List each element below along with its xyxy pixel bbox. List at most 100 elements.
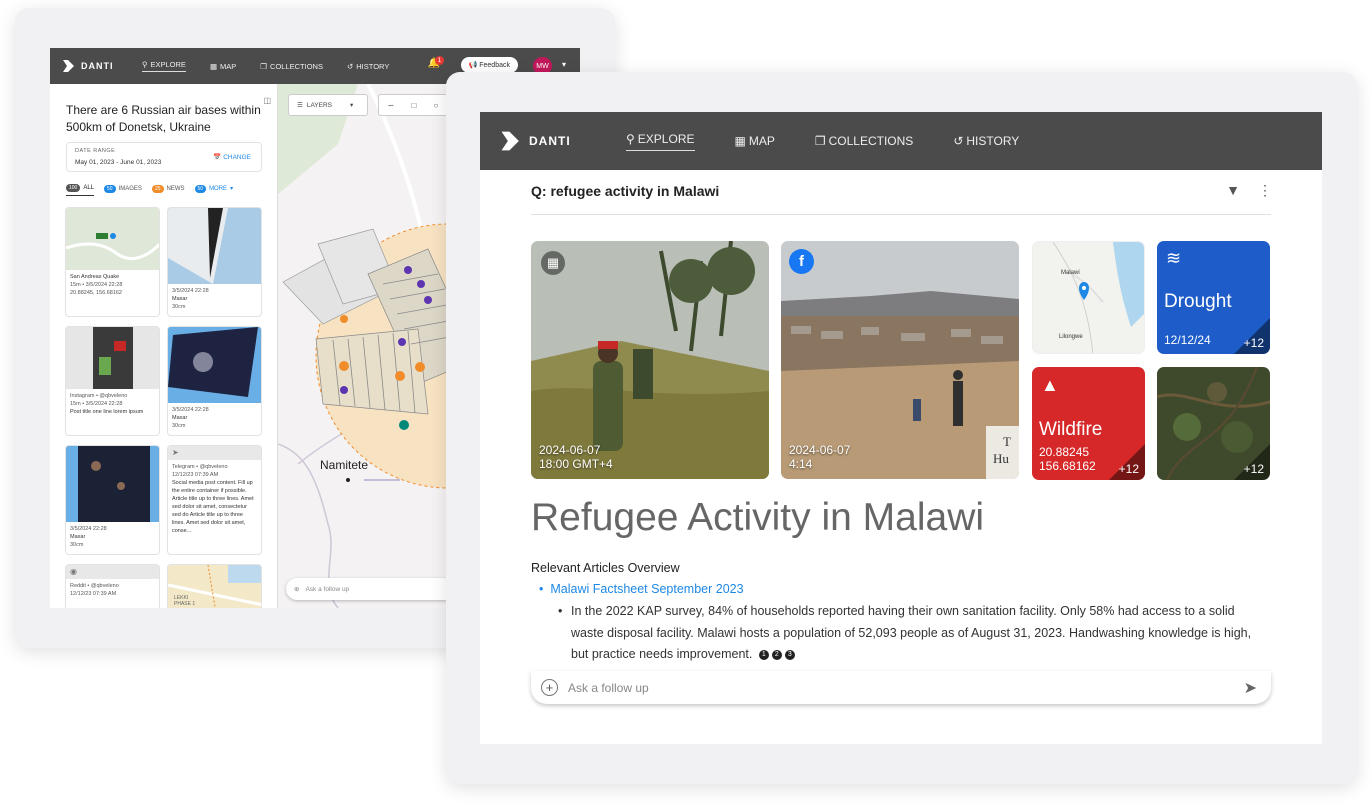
front-app-name: DANTI	[529, 134, 571, 148]
article-link[interactable]: Malawi Factsheet September 2023	[539, 582, 743, 596]
satellite-thumbnail	[168, 208, 261, 284]
back-nav-map[interactable]: ▦ MAP	[210, 62, 236, 71]
more-vert-icon[interactable]: ⋮	[1258, 182, 1272, 199]
card-line: 30cm	[172, 304, 186, 310]
feedback-button[interactable]: 📢 Feedback	[460, 57, 518, 73]
map-thumbnail: LEKKI PHASE 1	[168, 565, 261, 608]
send-icon[interactable]: ➤	[1244, 678, 1257, 698]
event-tile-wildfire[interactable]: ▲ Wildfire 20.88245 156.68162 +12	[1032, 367, 1145, 480]
result-card[interactable]: San Andreas Quake 15m • 3/5/2024 22:28 2…	[65, 207, 160, 317]
satellite-thumbnail-graphic	[66, 446, 159, 522]
results-panel: There are 6 Russian air bases within 500…	[50, 84, 278, 608]
front-nav-map[interactable]: ▦ MAP	[735, 134, 775, 148]
front-nav: ⚲ EXPLORE ▦ MAP ❐ COLLECTIONS ↺ HISTORY	[626, 132, 1019, 151]
rectangle-tool-icon[interactable]: □	[412, 101, 417, 110]
history-icon: ↺	[346, 61, 354, 71]
filter-label: ALL	[83, 185, 95, 191]
result-card[interactable]: 3/5/2024 22:28 Maxar 30cm	[167, 326, 262, 436]
summary-text: In the 2022 KAP survey, 84% of household…	[571, 604, 1252, 661]
media-tile-map[interactable]: Malawi Lilongwe	[1032, 241, 1145, 354]
front-nav-explore[interactable]: ⚲ EXPLORE	[626, 132, 695, 151]
telegram-header: ➤	[168, 446, 261, 460]
card-source: 3/5/2024 22:28	[70, 526, 107, 532]
front-nav-explore-label: EXPLORE	[637, 131, 695, 146]
collapse-panel-icon[interactable]: ◫	[263, 96, 271, 105]
map-thumbnail	[66, 208, 159, 270]
media-tile-photo[interactable]: ▦ 2024-06-07 18:00 GMT+4	[531, 241, 769, 479]
filter-count: 100	[66, 184, 81, 192]
front-nav-map-label: MAP	[748, 134, 775, 148]
change-date-label: CHANGE	[223, 154, 251, 161]
layers-button[interactable]: ☰ LAYERS ▾	[288, 94, 368, 116]
card-meta: 3/5/2024 22:28 Maxar 30cm	[168, 284, 261, 314]
facebook-icon: f	[789, 249, 814, 274]
front-nav-collections[interactable]: ❐ COLLECTIONS	[815, 134, 913, 148]
ask-follow-up-input[interactable]: + Ask a follow up ➤	[531, 671, 1271, 704]
result-card[interactable]: 3/5/2024 22:28 Maxar 30cm	[167, 207, 262, 317]
front-logo[interactable]: DANTI	[500, 131, 626, 151]
filter-tab-images[interactable]: 50 IMAGES	[104, 184, 142, 196]
result-card[interactable]: Instagram • @qbveleno 15m • 3/5/2024 22:…	[65, 326, 160, 436]
query-heading: Q: refugee activity in Malawi	[531, 183, 720, 199]
event-tile-drought[interactable]: ≋ Drought 12/12/24 +12	[1157, 241, 1270, 354]
add-icon[interactable]: +	[541, 679, 558, 696]
back-nav-explore[interactable]: ⚲ EXPLORE	[142, 60, 186, 72]
change-date-button[interactable]: 📅 CHANGE	[213, 153, 251, 161]
filter-tab-news[interactable]: 25 NEWS	[151, 184, 185, 196]
back-nav-history[interactable]: ↺ HISTORY	[347, 62, 389, 71]
notification-badge: 1	[435, 56, 444, 65]
feedback-label: Feedback	[479, 62, 510, 69]
tile-date: 2024-06-07	[539, 443, 601, 457]
more-count: +12	[1243, 462, 1264, 476]
filter-icon[interactable]: ▼	[1226, 182, 1240, 199]
article-summary-text: In the 2022 KAP survey, 84% of household…	[558, 601, 1258, 666]
filter-tab-more[interactable]: 50 MORE ▾	[194, 184, 234, 196]
more-count: +12	[1243, 336, 1264, 350]
filter-tab-all[interactable]: 100 ALL	[66, 184, 95, 196]
fire-icon: ▲	[1041, 375, 1059, 395]
satellite-thumbnail-graphic	[168, 208, 261, 284]
map-label: Malawi	[1061, 270, 1080, 276]
media-tile-satellite[interactable]: +12	[1157, 367, 1270, 480]
article-summary: In the 2022 KAP survey, 84% of household…	[558, 601, 1258, 666]
date-range-label: DATE RANGE	[75, 148, 116, 154]
back-nav-history-label: HISTORY	[356, 61, 390, 71]
front-topbar: DANTI ⚲ EXPLORE ▦ MAP ❐ COLLECTIONS ↺ HISTOR…	[480, 112, 1322, 170]
reddit-header: ◉	[66, 565, 159, 579]
citation-2[interactable]: 2	[771, 649, 782, 660]
citation-1[interactable]: 1	[758, 649, 769, 660]
card-meta: Telegram • @qbveleno 12/12/23 07:39 AM S…	[168, 460, 261, 554]
circle-tool-icon[interactable]: ○	[434, 101, 439, 110]
media-tile-photo[interactable]: T Hu f 2024-06-07 4:14	[781, 241, 1019, 479]
card-line: 15m • 3/5/2024 22:28	[70, 401, 123, 407]
result-card[interactable]: ◉ Reddit • @qbveleno 12/12/23 07:39 AM	[65, 564, 160, 608]
card-line: 30cm	[70, 542, 84, 548]
result-card[interactable]: 3/5/2024 22:28 Maxar 30cm	[65, 445, 160, 555]
polyline-tool-icon[interactable]: ∽	[388, 101, 395, 110]
event-title: Drought	[1164, 291, 1232, 312]
query-actions: ▼ ⋮	[1226, 182, 1272, 199]
card-source: San Andreas Quake	[70, 274, 120, 280]
back-ask-input[interactable]: ⊕ Ask a follow up	[286, 578, 456, 600]
megaphone-icon: 📢	[468, 62, 478, 69]
tile-date: 2024-06-07	[789, 443, 851, 457]
chevron-down-icon: ▾	[230, 186, 234, 192]
reddit-icon: ◉	[70, 567, 77, 576]
satellite-thumbnail	[168, 327, 261, 403]
back-nav-collections[interactable]: ❐ COLLECTIONS	[260, 62, 323, 71]
danti-logo-icon	[63, 60, 74, 72]
result-card[interactable]: LEKKI PHASE 1	[167, 564, 262, 608]
citation-3[interactable]: 3	[784, 649, 795, 660]
date-range-value: May 01, 2023 - June 01, 2023	[75, 159, 162, 166]
card-line: Maxar	[172, 415, 188, 421]
map-icon: ▦	[734, 134, 746, 148]
card-source: 3/5/2024 22:28	[172, 288, 209, 294]
chevron-down-icon[interactable]: ▾	[562, 60, 566, 69]
front-nav-history[interactable]: ↺ HISTORY	[953, 134, 1019, 148]
svg-text:Hu: Hu	[993, 451, 1009, 466]
place-label: Namitete	[320, 458, 369, 472]
back-logo[interactable]: DANTI	[62, 60, 142, 72]
front-nav-history-label: HISTORY	[966, 134, 1020, 148]
result-card[interactable]: ➤ Telegram • @qbveleno 12/12/23 07:39 AM…	[167, 445, 262, 555]
card-meta: San Andreas Quake 15m • 3/5/2024 22:28 2…	[66, 270, 159, 300]
